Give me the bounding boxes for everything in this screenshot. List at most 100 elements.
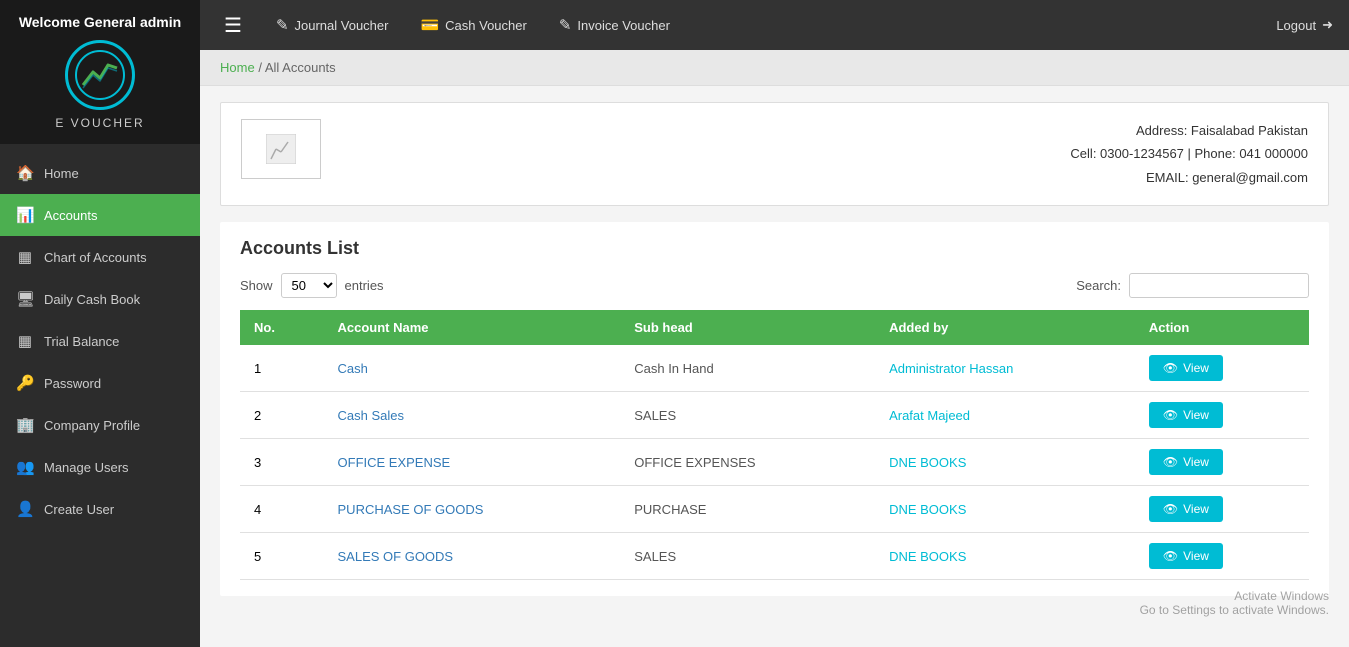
col-account-name: Account Name [324,310,621,345]
hamburger-button[interactable]: ☰ [216,9,250,42]
cell-account-name: OFFICE EXPENSE [324,439,621,486]
view-button[interactable]: 👁 View [1149,496,1223,522]
cash-voucher-label: Cash Voucher [445,18,527,33]
cell-account-name: Cash Sales [324,392,621,439]
logo-circle [65,40,135,110]
account-name-link[interactable]: OFFICE EXPENSE [338,455,451,470]
breadcrumb-home[interactable]: Home [220,60,255,75]
view-button[interactable]: 👁 View [1149,543,1223,569]
manage-users-icon: 👥 [16,458,34,476]
trial-balance-icon: ▦ [16,332,34,350]
sidebar-nav: 🏠 Home 📊 Accounts ▦ Chart of Accounts 🖥 … [0,144,200,647]
cell-added-by: DNE BOOKS [875,533,1135,580]
home-icon: 🏠 [16,164,34,182]
search-input[interactable] [1129,273,1309,298]
cash-voucher-link[interactable]: 💳 Cash Voucher [414,12,532,38]
eye-icon: 👁 [1163,455,1178,469]
sidebar-item-create-user[interactable]: 👤 Create User [0,488,200,530]
account-name-link[interactable]: Cash [338,361,368,376]
cell-added-by: Arafat Majeed [875,392,1135,439]
company-logo [241,119,321,179]
section-title: Accounts List [240,238,1309,259]
view-button[interactable]: 👁 View [1149,402,1223,428]
view-button[interactable]: 👁 View [1149,449,1223,475]
cell-no: 1 [240,345,324,392]
sidebar-item-accounts-label: Accounts [44,208,97,223]
sidebar-item-password-label: Password [44,376,101,391]
invoice-voucher-link[interactable]: ✎ Invoice Voucher [553,12,676,38]
invoice-voucher-icon: ✎ [559,16,572,34]
eye-icon: 👁 [1163,408,1178,422]
invoice-voucher-label: Invoice Voucher [577,18,670,33]
sidebar-item-daily-cash-book[interactable]: 🖥 Daily Cash Book [0,278,200,320]
create-user-icon: 👤 [16,500,34,518]
cell-action: 👁 View [1135,533,1309,580]
sidebar-item-home[interactable]: 🏠 Home [0,152,200,194]
top-navbar: ☰ ✎ Journal Voucher 💳 Cash Voucher ✎ Inv… [200,0,1349,50]
cell-no: 3 [240,439,324,486]
sidebar-header: Welcome General admin E VOUCHER [0,0,200,144]
company-header: Address: Faisalabad Pakistan Cell: 0300-… [220,102,1329,206]
accounts-section: Accounts List Show 10 25 50 100 entries … [220,222,1329,596]
journal-voucher-icon: ✎ [276,16,289,34]
table-row: 2 Cash Sales SALESArafat Majeed 👁 View [240,392,1309,439]
cell-sub-head: PURCHASE [620,486,875,533]
table-row: 5 SALES OF GOODS SALESDNE BOOKS 👁 View [240,533,1309,580]
account-name-link[interactable]: SALES OF GOODS [338,549,454,564]
sidebar-item-trial-balance[interactable]: ▦ Trial Balance [0,320,200,362]
show-label: Show [240,278,273,293]
accounts-icon: 📊 [16,206,34,224]
cell-account-name: Cash [324,345,621,392]
sidebar-item-chart-of-accounts[interactable]: ▦ Chart of Accounts [0,236,200,278]
eye-icon: 👁 [1163,361,1178,375]
eye-icon: 👁 [1163,502,1178,516]
cell-sub-head: SALES [620,533,875,580]
breadcrumb: Home / All Accounts [200,50,1349,86]
sidebar-item-trial-label: Trial Balance [44,334,119,349]
account-name-link[interactable]: PURCHASE OF GOODS [338,502,484,517]
table-row: 4PURCHASE OF GOODSPURCHASEDNE BOOKS👁 Vie… [240,486,1309,533]
content-area: Home / All Accounts Address: Faisalabad … [200,50,1349,647]
sidebar-item-password[interactable]: 🔑 Password [0,362,200,404]
col-added-by: Added by [875,310,1135,345]
company-info: Address: Faisalabad Pakistan Cell: 0300-… [1070,119,1308,189]
cell-sub-head: OFFICE EXPENSES [620,439,875,486]
sidebar-item-accounts[interactable]: 📊 Accounts [0,194,200,236]
cell-action: 👁 View [1135,392,1309,439]
main-area: ☰ ✎ Journal Voucher 💳 Cash Voucher ✎ Inv… [200,0,1349,647]
cell-no: 5 [240,533,324,580]
journal-voucher-link[interactable]: ✎ Journal Voucher [270,12,395,38]
logout-link[interactable]: Logout ➜ [1276,17,1333,33]
account-name-link[interactable]: Cash Sales [338,408,404,423]
cell-action: 👁 View [1135,345,1309,392]
search-label: Search: [1076,278,1121,293]
sidebar-item-manage-label: Manage Users [44,460,129,475]
entries-select[interactable]: 10 25 50 100 [281,273,337,298]
view-button[interactable]: 👁 View [1149,355,1223,381]
company-address: Address: Faisalabad Pakistan [1070,119,1308,142]
sidebar-item-create-label: Create User [44,502,114,517]
cash-voucher-icon: 💳 [420,16,439,34]
company-email: EMAIL: general@gmail.com [1070,166,1308,189]
cell-action: 👁 View [1135,486,1309,533]
sidebar-item-cash-book-label: Daily Cash Book [44,292,140,307]
accounts-table: No. Account Name Sub head Added by Actio… [240,310,1309,580]
cell-no: 2 [240,392,324,439]
logout-label: Logout [1276,18,1316,33]
table-header: No. Account Name Sub head Added by Actio… [240,310,1309,345]
cash-book-icon: 🖥 [16,290,34,308]
logout-icon: ➜ [1322,17,1333,33]
sidebar-item-company-label: Company Profile [44,418,140,433]
password-icon: 🔑 [16,374,34,392]
cell-sub-head: Cash In Hand [620,345,875,392]
cell-added-by: DNE BOOKS [875,486,1135,533]
company-icon: 🏢 [16,416,34,434]
search-box: Search: [1076,273,1309,298]
breadcrumb-current: All Accounts [265,60,336,75]
sidebar-item-company-profile[interactable]: 🏢 Company Profile [0,404,200,446]
show-entries: Show 10 25 50 100 entries [240,273,384,298]
cell-sub-head: SALES [620,392,875,439]
sidebar-item-manage-users[interactable]: 👥 Manage Users [0,446,200,488]
cell-added-by: Administrator Hassan [875,345,1135,392]
table-controls: Show 10 25 50 100 entries Search: [240,273,1309,298]
